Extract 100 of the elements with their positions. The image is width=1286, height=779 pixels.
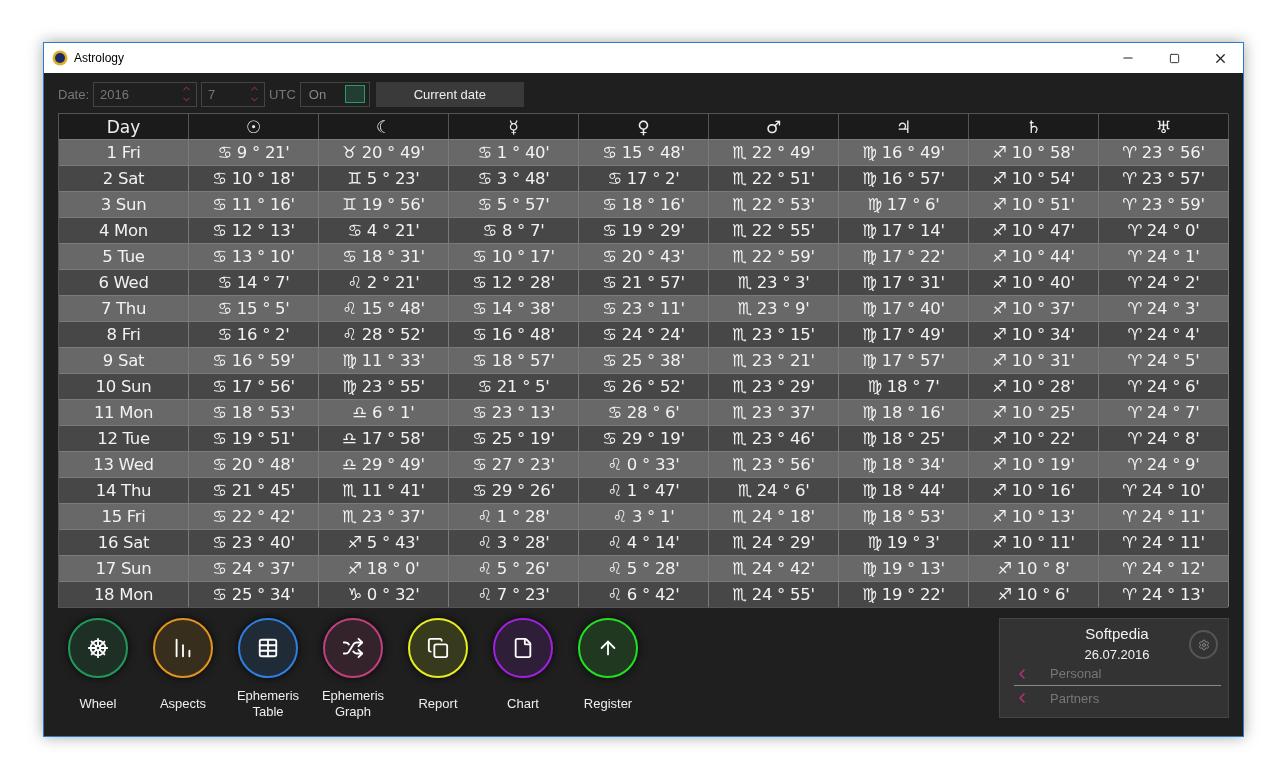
table-cell: ♌ 1 ° 28': [449, 503, 579, 529]
table-cell: ♏ 23 ° 3': [709, 269, 839, 295]
table-cell: ♋ 16 ° 48': [449, 321, 579, 347]
table-cell: ♈ 23 ° 56': [1099, 139, 1229, 165]
wheel-icon: [87, 637, 109, 659]
column-header: ☿: [449, 114, 579, 139]
table-cell: ♌ 2 ° 21': [319, 269, 449, 295]
nav-button[interactable]: Ephemeris Table: [238, 618, 298, 720]
table-cell: ♏ 24 ° 55': [709, 581, 839, 607]
table-cell: ♌ 7 ° 23': [449, 581, 579, 607]
table-cell: ♏ 23 ° 15': [709, 321, 839, 347]
date-label: Date:: [58, 86, 90, 102]
table-cell: ♍ 17 ° 40': [839, 295, 969, 321]
table-cell: ♈ 24 ° 11': [1099, 529, 1229, 555]
table-cell: ♏ 23 ° 46': [709, 425, 839, 451]
table-cell: ♋ 9 ° 21': [189, 139, 319, 165]
table-cell: ♍ 17 ° 14': [839, 217, 969, 243]
table-cell: ♋ 3 ° 48': [449, 165, 579, 191]
nav-button[interactable]: Wheel: [68, 618, 128, 720]
table-cell: ♋ 25 ° 19': [449, 425, 579, 451]
table-cell: ♏ 23 ° 9': [709, 295, 839, 321]
table-cell: ♋ 15 ° 48': [579, 139, 709, 165]
table-cell: ♍ 17 ° 22': [839, 243, 969, 269]
table-cell: ♍ 17 ° 31': [839, 269, 969, 295]
utc-label: UTC: [269, 86, 296, 102]
table-cell: ♐ 10 ° 40': [969, 269, 1099, 295]
table-cell: ♐ 10 ° 6': [969, 581, 1099, 607]
column-header: ♅: [1099, 114, 1229, 139]
table-cell: ♎ 29 ° 49': [319, 451, 449, 477]
nav-button[interactable]: Ephemeris Graph: [323, 618, 383, 720]
table-cell: ♈ 24 ° 11': [1099, 503, 1229, 529]
table-cell: ♋ 15 ° 5': [189, 295, 319, 321]
table-cell: ♋ 18 ° 53': [189, 399, 319, 425]
table-cell: 1 Fri: [59, 139, 189, 165]
table-cell: ♏ 23 ° 37': [709, 399, 839, 425]
table-cell: ♋ 21 ° 57': [579, 269, 709, 295]
year-field[interactable]: 2016: [93, 81, 198, 107]
table-cell: ♋ 29 ° 26': [449, 477, 579, 503]
table-cell: ♌ 3 ° 28': [449, 529, 579, 555]
table-cell: ♋ 1 ° 40': [449, 139, 579, 165]
table-cell: ♋ 27 ° 23': [449, 451, 579, 477]
table-cell: ♐ 10 ° 37': [969, 295, 1099, 321]
table-cell: ♐ 10 ° 31': [969, 347, 1099, 373]
table-cell: ♋ 21 ° 45': [189, 477, 319, 503]
table-cell: ♐ 10 ° 8': [969, 555, 1099, 581]
table-cell: ♋ 12 ° 13': [189, 217, 319, 243]
table-cell: ♐ 10 ° 51': [969, 191, 1099, 217]
table-cell: 11 Mon: [59, 399, 189, 425]
table-cell: ♌ 6 ° 42': [579, 581, 709, 607]
table-cell: ♈ 24 ° 13': [1099, 581, 1229, 607]
table-cell: 7 Thu: [59, 295, 189, 321]
table-cell: ♌ 1 ° 47': [579, 477, 709, 503]
nav-button[interactable]: Register: [578, 618, 638, 720]
table-cell: ♍ 11 ° 33': [319, 347, 449, 373]
table-cell: ♈ 24 ° 2': [1099, 269, 1229, 295]
table-cell: ♋ 5 ° 57': [449, 191, 579, 217]
table-cell: 9 Sat: [59, 347, 189, 373]
table-cell: ♈ 23 ° 57': [1099, 165, 1229, 191]
table-cell: 15 Fri: [59, 503, 189, 529]
table-cell: ♈ 24 ° 1': [1099, 243, 1229, 269]
table-cell: ♐ 10 ° 54': [969, 165, 1099, 191]
table-cell: ♏ 23 ° 37': [319, 503, 449, 529]
table-cell: ♐ 10 ° 25': [969, 399, 1099, 425]
table-cell: ♍ 19 ° 22': [839, 581, 969, 607]
table-cell: ♋ 19 ° 29': [579, 217, 709, 243]
table-cell: ♋ 18 ° 57': [449, 347, 579, 373]
month-field[interactable]: 7: [201, 81, 266, 107]
table-cell: ♍ 23 ° 55': [319, 373, 449, 399]
nav-button[interactable]: Chart: [493, 618, 553, 720]
table-cell: ♈ 24 ° 6': [1099, 373, 1229, 399]
table-cell: ♋ 23 ° 13': [449, 399, 579, 425]
copy-icon: [427, 637, 449, 659]
table-cell: ♋ 20 ° 48': [189, 451, 319, 477]
table-cell: 14 Thu: [59, 477, 189, 503]
table-cell: ♐ 10 ° 16': [969, 477, 1099, 503]
table-cell: 6 Wed: [59, 269, 189, 295]
table-cell: ♌ 5 ° 28': [579, 555, 709, 581]
shuffle-icon: [342, 637, 364, 659]
utc-toggle[interactable]: On: [299, 81, 370, 107]
current-date-button[interactable]: Current date: [375, 81, 524, 107]
table-cell: ♋ 21 ° 5': [449, 373, 579, 399]
table-cell: ♐ 10 ° 58': [969, 139, 1099, 165]
nav-button[interactable]: Aspects: [153, 618, 213, 720]
table-cell: ♋ 17 ° 2': [579, 165, 709, 191]
table-cell: ♏ 22 ° 51': [709, 165, 839, 191]
table-cell: ♐ 10 ° 22': [969, 425, 1099, 451]
table-cell: 3 Sun: [59, 191, 189, 217]
table-cell: ♏ 23 ° 29': [709, 373, 839, 399]
table-cell: ♏ 24 ° 6': [709, 477, 839, 503]
table-cell: ♎ 6 ° 1': [319, 399, 449, 425]
table-cell: ♐ 10 ° 11': [969, 529, 1099, 555]
nav-button[interactable]: Report: [408, 618, 468, 720]
table-cell: ♐ 10 ° 44': [969, 243, 1099, 269]
table-cell: ♍ 18 ° 44': [839, 477, 969, 503]
table-icon: [257, 637, 279, 659]
table-cell: ♈ 24 ° 10': [1099, 477, 1229, 503]
settings-button[interactable]: [1189, 630, 1218, 659]
table-cell: 2 Sat: [59, 165, 189, 191]
table-cell: ♋ 13 ° 10': [189, 243, 319, 269]
table-cell: ♋ 24 ° 24': [579, 321, 709, 347]
